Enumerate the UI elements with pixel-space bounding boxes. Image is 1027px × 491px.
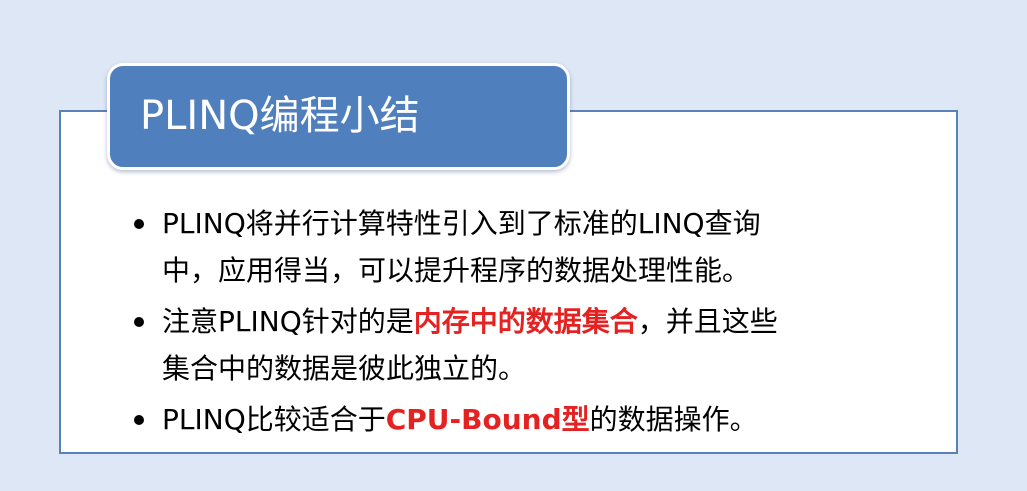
bullet-3-text-pre: PLINQ比较适合于 — [162, 403, 386, 436]
bullet-2-line-2: 集合中的数据是彼此独立的。 — [162, 352, 527, 385]
bullet-dot-icon — [134, 219, 144, 229]
bullet-2-text-post: ，并且这些 — [637, 305, 778, 338]
bullet-item-2: 注意PLINQ针对的是内存中的数据集合，并且这些 集合中的数据是彼此独立的。 — [130, 298, 930, 392]
bullet-dot-icon — [134, 317, 144, 327]
bullet-3-text-post: 的数据操作。 — [589, 403, 758, 436]
bullet-dot-icon — [134, 415, 144, 425]
bullet-2-text-pre: 注意PLINQ针对的是 — [162, 305, 414, 338]
bullet-item-3: PLINQ比较适合于CPU-Bound型的数据操作。 — [130, 396, 930, 443]
slide-title: PLINQ编程小结 — [140, 93, 420, 139]
bullet-1-line-1: PLINQ将并行计算特性引入到了标准的LINQ查询 — [162, 207, 761, 240]
bullet-3-highlight: CPU-Bound型 — [385, 403, 590, 436]
bullet-1-line-2: 中，应用得当，可以提升程序的数据处理性能。 — [162, 254, 751, 287]
bullet-2-highlight: 内存中的数据集合 — [413, 305, 638, 338]
bullet-item-1: PLINQ将并行计算特性引入到了标准的LINQ查询 中，应用得当，可以提升程序的… — [130, 200, 930, 294]
title-tab: PLINQ编程小结 — [107, 63, 570, 170]
bullet-list: PLINQ将并行计算特性引入到了标准的LINQ查询 中，应用得当，可以提升程序的… — [130, 200, 930, 447]
